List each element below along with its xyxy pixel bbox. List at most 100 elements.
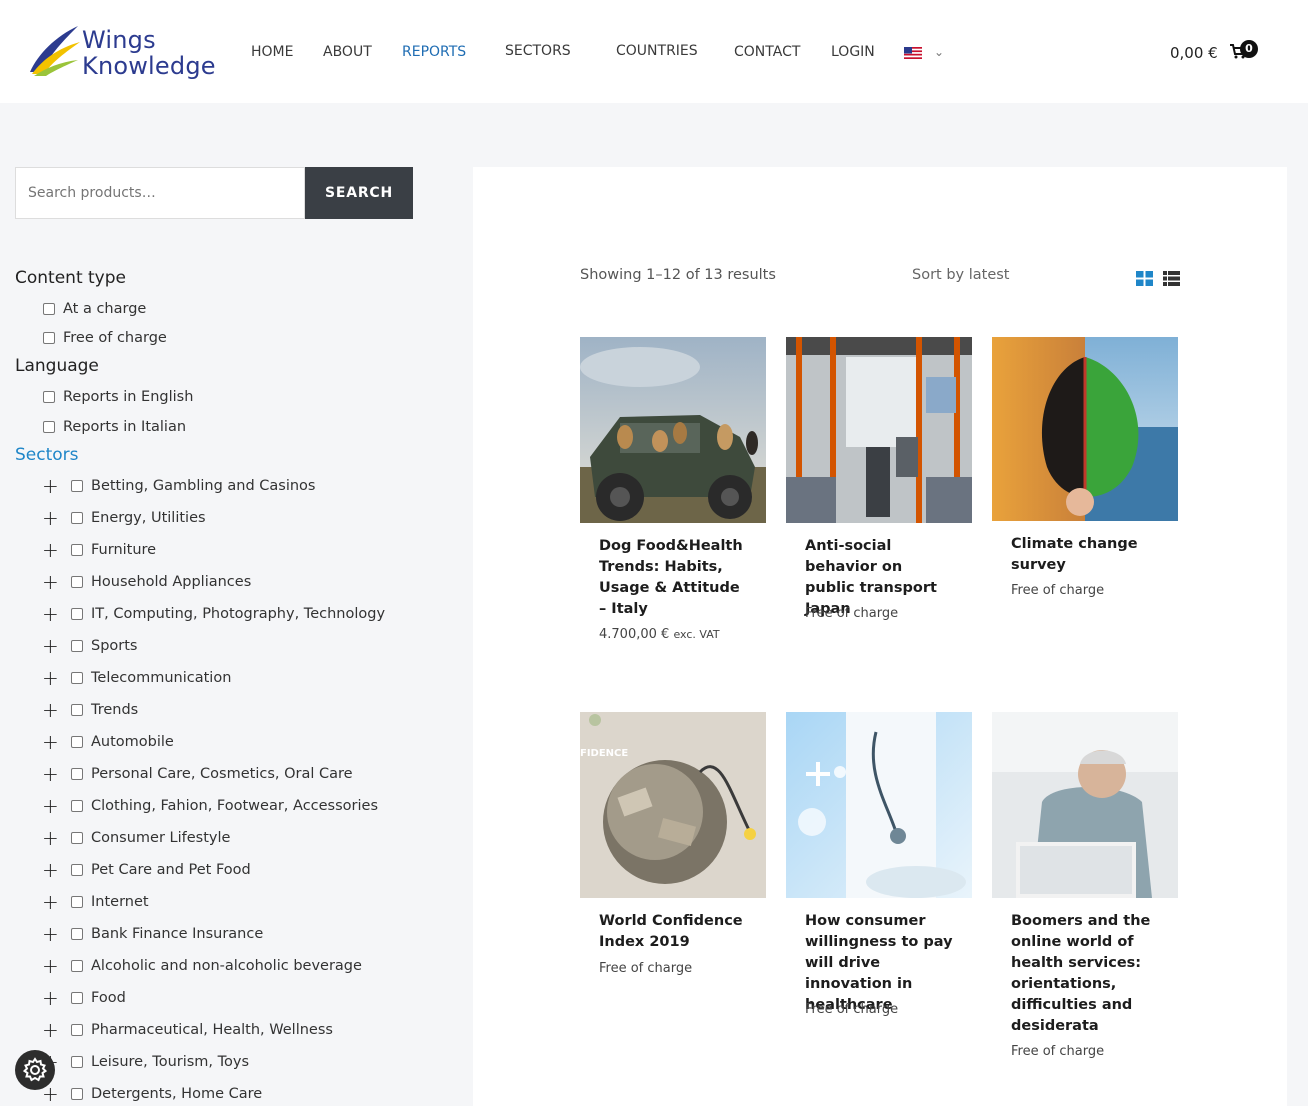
product-price: Free of charge [805, 606, 899, 621]
product-image-public-transport[interactable] [786, 337, 972, 523]
sector-item[interactable]: + Consumer Lifestyle [42, 828, 230, 848]
checkbox[interactable] [71, 992, 83, 1004]
sector-item[interactable]: + Betting, Gambling and Casinos [42, 476, 316, 496]
checkbox[interactable] [43, 421, 55, 433]
checkbox[interactable] [71, 864, 83, 876]
checkbox[interactable] [43, 303, 55, 315]
sector-item[interactable]: + Furniture [42, 540, 156, 560]
product-image-confidence[interactable]: FIDENCE [580, 712, 766, 898]
plus-icon[interactable]: + [42, 924, 59, 944]
chevron-down-icon[interactable]: ⌄ [934, 45, 944, 59]
product-image-dog-food[interactable] [580, 337, 766, 523]
search-input[interactable] [15, 167, 305, 219]
plus-icon[interactable]: + [42, 700, 59, 720]
nav-countries[interactable]: COUNTRIES [616, 43, 698, 59]
plus-icon[interactable]: + [42, 540, 59, 560]
plus-icon[interactable]: + [42, 668, 59, 688]
plus-icon[interactable]: + [42, 508, 59, 528]
checkbox[interactable] [71, 512, 83, 524]
sector-item[interactable]: +Leisure, Tourism, Toys [42, 1052, 249, 1072]
plus-icon[interactable]: + [42, 476, 59, 496]
checkbox[interactable] [71, 896, 83, 908]
sector-item[interactable]: + Clothing, Fahion, Footwear, Accessories [42, 796, 378, 816]
nav-contact[interactable]: CONTACT [734, 44, 800, 60]
nav-home[interactable]: HOME [251, 44, 293, 60]
plus-icon[interactable]: + [42, 860, 59, 880]
sector-item[interactable]: + Energy, Utilities [42, 508, 206, 528]
cart-count-badge[interactable]: 0 [1240, 40, 1258, 58]
product-title[interactable]: How consumer willingness to pay will dri… [805, 911, 955, 1016]
sector-item[interactable]: + Pharmaceutical, Health, Wellness [42, 1020, 333, 1040]
cookie-settings-button[interactable] [15, 1050, 55, 1090]
sector-item[interactable]: + Detergents, Home Care [42, 1084, 262, 1104]
checkbox[interactable] [71, 640, 83, 652]
sector-item[interactable]: + Automobile [42, 732, 174, 752]
filter-reports-italian[interactable]: Reports in Italian [43, 419, 186, 435]
nav-about[interactable]: ABOUT [323, 44, 372, 60]
checkbox[interactable] [71, 608, 83, 620]
sector-item[interactable]: + Bank Finance Insurance [42, 924, 263, 944]
checkbox[interactable] [71, 544, 83, 556]
sector-item[interactable]: + Internet [42, 892, 149, 912]
checkbox[interactable] [71, 800, 83, 812]
nav-login[interactable]: LOGIN [831, 44, 875, 60]
checkbox[interactable] [71, 1056, 83, 1068]
product-title[interactable]: Dog Food&Health Trends: Habits, Usage & … [599, 536, 749, 620]
sector-item[interactable]: + Food [42, 988, 126, 1008]
sector-item[interactable]: + Household Appliances [42, 572, 251, 592]
plus-icon[interactable]: + [42, 572, 59, 592]
checkbox[interactable] [71, 576, 83, 588]
product-title[interactable]: Boomers and the online world of health s… [1011, 911, 1161, 1037]
product-image-healthcare[interactable] [786, 712, 972, 898]
plus-icon[interactable]: + [42, 732, 59, 752]
logo-line-1: Wings [82, 26, 156, 54]
filter-at-a-charge[interactable]: At a charge [43, 301, 146, 317]
sector-item[interactable]: + IT, Computing, Photography, Technology [42, 604, 386, 624]
checkbox[interactable] [71, 1024, 83, 1036]
checkbox[interactable] [71, 736, 83, 748]
product-image-boomers[interactable] [992, 712, 1178, 898]
sector-label: IT, Computing, Photography, Technology [91, 606, 386, 622]
sector-item[interactable]: + Alcoholic and non-alcoholic beverage [42, 956, 362, 976]
sector-item[interactable]: + Sports [42, 636, 137, 656]
sector-item[interactable]: + Telecommunication [42, 668, 231, 688]
filter-free-of-charge[interactable]: Free of charge [43, 330, 167, 346]
filter-reports-english[interactable]: Reports in English [43, 389, 193, 405]
us-flag-icon[interactable] [904, 47, 922, 59]
checkbox[interactable] [71, 928, 83, 940]
checkbox[interactable] [71, 832, 83, 844]
plus-icon[interactable]: + [42, 988, 59, 1008]
plus-icon[interactable]: + [42, 828, 59, 848]
grid-view-icon[interactable] [1136, 271, 1153, 286]
product-image-climate[interactable] [992, 337, 1178, 521]
product-title[interactable]: World Confidence Index 2019 [599, 911, 749, 953]
sector-item[interactable]: + Pet Care and Pet Food [42, 860, 251, 880]
checkbox[interactable] [71, 960, 83, 972]
plus-icon[interactable]: + [42, 604, 59, 624]
list-view-icon[interactable] [1163, 271, 1180, 286]
plus-icon[interactable]: + [42, 1020, 59, 1040]
checkbox[interactable] [71, 480, 83, 492]
checkbox[interactable] [71, 1088, 83, 1100]
plus-icon[interactable]: + [42, 764, 59, 784]
cart-total[interactable]: 0,00 € [1170, 44, 1218, 62]
checkbox[interactable] [43, 332, 55, 344]
nav-reports[interactable]: REPORTS [402, 44, 466, 60]
site-logo[interactable]: Wings Knowledge [26, 22, 226, 82]
checkbox[interactable] [43, 391, 55, 403]
nav-sectors[interactable]: SECTORS [505, 43, 571, 59]
plus-icon[interactable]: + [42, 1084, 59, 1104]
plus-icon[interactable]: + [42, 956, 59, 976]
search-button[interactable]: SEARCH [305, 167, 413, 219]
plus-icon[interactable]: + [42, 636, 59, 656]
checkbox[interactable] [71, 768, 83, 780]
plus-icon[interactable]: + [42, 892, 59, 912]
product-title[interactable]: Climate change survey [1011, 534, 1161, 576]
sector-item[interactable]: + Trends [42, 700, 138, 720]
plus-icon[interactable]: + [42, 796, 59, 816]
checkbox[interactable] [71, 704, 83, 716]
sort-select[interactable]: Sort by latest [912, 267, 1010, 283]
checkbox[interactable] [71, 672, 83, 684]
filter-label: Reports in Italian [63, 419, 187, 435]
sector-item[interactable]: + Personal Care, Cosmetics, Oral Care [42, 764, 353, 784]
